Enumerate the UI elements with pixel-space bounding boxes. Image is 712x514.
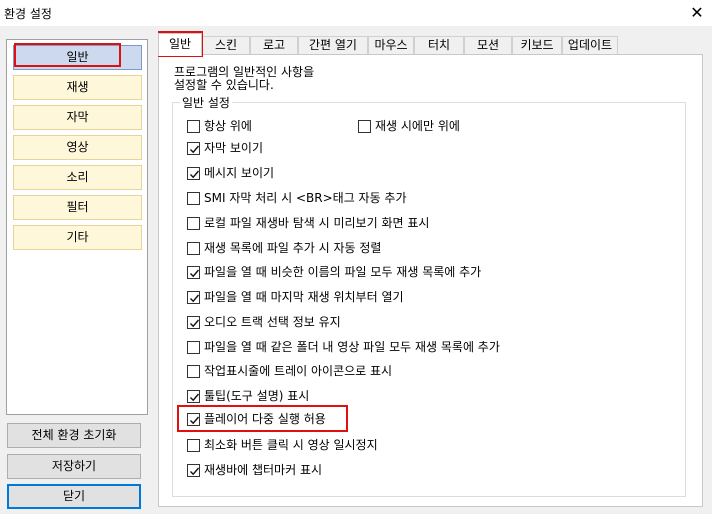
checkbox[interactable] [187,217,200,230]
checkbox[interactable] [358,120,371,133]
description-line-2: 설정할 수 있습니다. [174,78,274,92]
option-label: 파일을 열 때 마지막 재생 위치부터 열기 [204,290,404,304]
checkbox[interactable] [187,390,200,403]
checkbox[interactable] [187,464,200,477]
close-icon[interactable]: ✕ [688,4,706,22]
option-label: 최소화 버튼 클릭 시 영상 일시정지 [204,438,378,452]
checkmark-icon [190,416,200,425]
checkbox[interactable] [187,167,200,180]
reset-all-button[interactable]: 전체 환경 초기화 [7,423,141,448]
option-label: 오디오 트랙 선택 정보 유지 [204,315,341,329]
option-label: 툴팁(도구 설명) 표시 [204,389,310,403]
option-label: 재생 시에만 위에 [375,119,460,133]
checkmark-icon [190,145,200,154]
group-label: 일반 설정 [180,94,232,111]
tab-update[interactable]: 업데이트 [562,36,618,55]
category-etc[interactable]: 기타 [13,225,142,250]
checkmark-icon [190,170,200,179]
category-subtitle[interactable]: 자막 [13,105,142,130]
option-label: 재생바에 챕터마커 표시 [204,463,323,477]
category-list: 일반 재생 자막 영상 소리 필터 기타 [6,39,148,415]
option-label: 파일을 열 때 비슷한 이름의 파일 모두 재생 목록에 추가 [204,265,482,279]
tab-logo[interactable]: 로고 [250,36,298,55]
checkmark-icon [190,319,200,328]
option-label: 작업표시줄에 트레이 아이콘으로 표시 [204,364,393,378]
checkbox[interactable] [187,439,200,452]
close-button[interactable]: 닫기 [7,484,141,509]
option-label: 항상 위에 [204,119,252,133]
tab-quick-open[interactable]: 간편 열기 [298,36,368,55]
option-label: 메시지 보이기 [204,166,275,180]
tab-motion[interactable]: 모션 [464,36,512,55]
checkbox[interactable] [187,120,200,133]
category-sound[interactable]: 소리 [13,165,142,190]
option-label: SMI 자막 처리 시 <BR>태그 자동 추가 [204,191,407,205]
title-bar: 환경 설정 ✕ [0,0,712,26]
category-general[interactable]: 일반 [13,45,142,70]
checkbox[interactable] [187,413,200,426]
tab-general[interactable]: 일반 [158,33,202,56]
tab-keyboard[interactable]: 키보드 [512,36,562,55]
checkmark-icon [190,294,200,303]
window-title: 환경 설정 [4,7,52,21]
checkmark-icon [190,467,200,476]
checkbox[interactable] [187,365,200,378]
category-video[interactable]: 영상 [13,135,142,160]
option-label: 플레이어 다중 실행 허용 [204,412,326,426]
tab-mouse[interactable]: 마우스 [368,36,414,55]
tab-touch[interactable]: 터치 [414,36,464,55]
checkbox[interactable] [187,316,200,329]
category-filter[interactable]: 필터 [13,195,142,220]
checkbox[interactable] [187,341,200,354]
option-label: 재생 목록에 파일 추가 시 자동 정렬 [204,241,382,255]
checkbox[interactable] [187,192,200,205]
category-playback[interactable]: 재생 [13,75,142,100]
option-label: 파일을 열 때 같은 폴더 내 영상 파일 모두 재생 목록에 추가 [204,340,500,354]
checkmark-icon [190,269,200,278]
tab-skin[interactable]: 스킨 [202,36,250,55]
checkmark-icon [190,393,200,402]
option-label: 자막 보이기 [204,141,264,155]
checkbox[interactable] [187,291,200,304]
checkbox[interactable] [187,142,200,155]
option-label: 로컬 파일 재생바 탐색 시 미리보기 화면 표시 [204,216,430,230]
checkbox[interactable] [187,266,200,279]
save-button[interactable]: 저장하기 [7,454,141,479]
checkbox[interactable] [187,242,200,255]
page-description: 프로그램의 일반적인 사항을 설정할 수 있습니다. [174,66,314,92]
